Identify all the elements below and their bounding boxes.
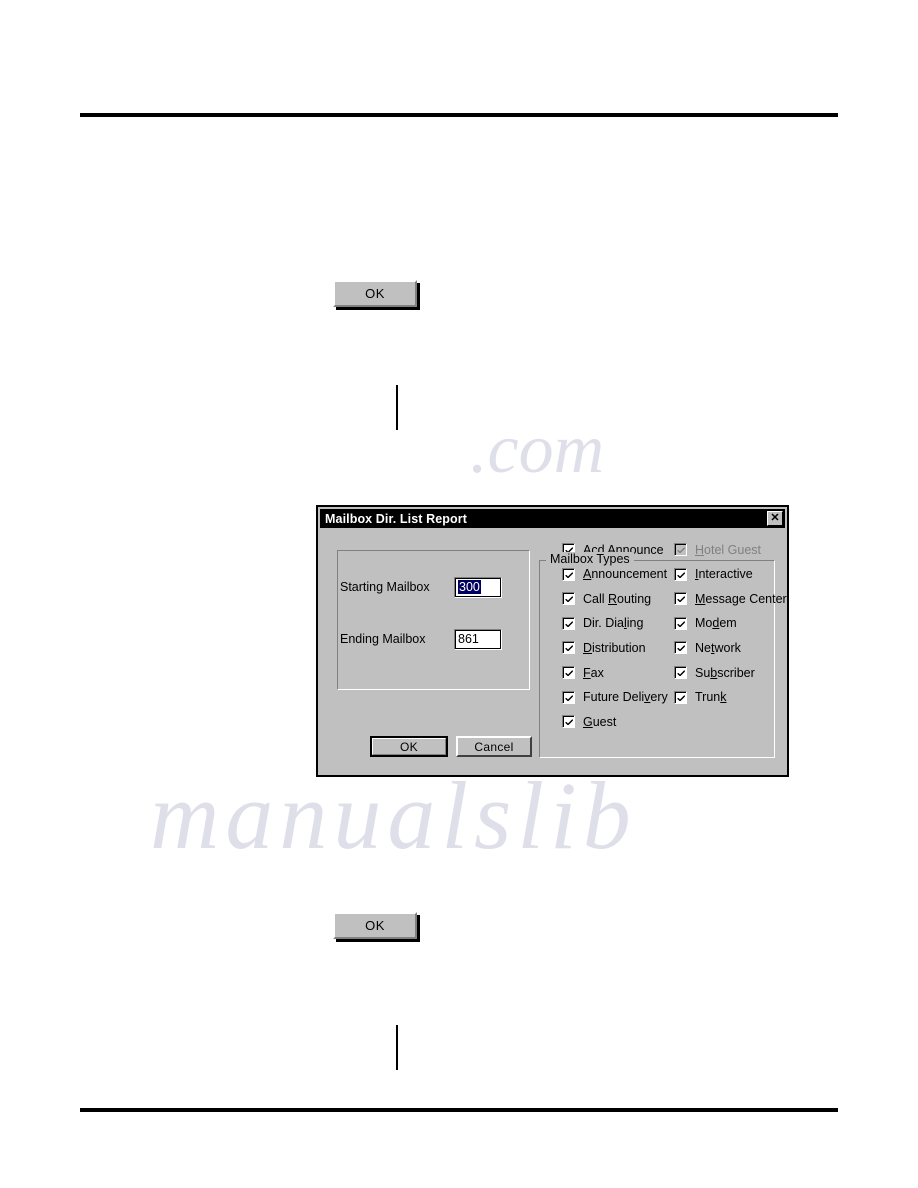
checkbox-label: Network [695, 640, 741, 655]
checkbox-label: Dir. Dialing [583, 616, 644, 631]
checkbox-label: Call Routing [583, 591, 652, 606]
mailbox-dir-list-report-dialog: Mailbox Dir. List Report ✕ Starting Mail… [316, 505, 789, 777]
checkbox-label: Announcement [583, 567, 668, 582]
close-glyph: ✕ [770, 512, 780, 524]
dialog-body: Starting Mailbox 300 Ending Mailbox 861 … [320, 528, 787, 773]
checkbox-dir-dialing[interactable]: Dir. Dialing [562, 616, 643, 631]
checkmark-icon[interactable] [674, 690, 687, 704]
dialog-cancel-button[interactable]: Cancel [456, 736, 532, 757]
checkbox-guest[interactable]: Guest [562, 714, 616, 729]
ending-mailbox-input[interactable]: 861 [454, 628, 502, 650]
checkbox-label: Subscriber [695, 665, 755, 680]
starting-mailbox-input[interactable]: 300 [454, 576, 502, 598]
checkbox-message-center[interactable]: Message Center [674, 591, 787, 606]
checkbox-distribution[interactable]: Distribution [562, 640, 646, 655]
checkbox-subscriber[interactable]: Subscriber [674, 665, 755, 680]
lower-change-bar [396, 1025, 398, 1070]
checkbox-label: Interactive [695, 567, 753, 582]
checkmark-icon[interactable] [562, 690, 575, 704]
checkmark-icon[interactable] [674, 616, 687, 630]
checkbox-label: Hotel Guest [695, 542, 762, 557]
ok-button-lower[interactable]: OK [333, 912, 417, 939]
checkbox-label: Future Delivery [583, 690, 668, 705]
checkbox-label: Fax [583, 665, 604, 680]
checkmark-icon[interactable] [674, 567, 687, 581]
dialog-ok-button[interactable]: OK [370, 736, 448, 757]
bottom-rule [80, 1108, 838, 1112]
checkmark-icon[interactable] [562, 592, 575, 606]
checkbox-modem[interactable]: Modem [674, 616, 737, 631]
checkmark-icon[interactable] [562, 616, 575, 630]
checkbox-label: Distribution [583, 640, 646, 655]
checkbox-label: Modem [695, 616, 737, 631]
checkmark-icon[interactable] [674, 592, 687, 606]
ending-mailbox-value: 861 [458, 632, 479, 646]
scan-watermark-secondary: .com [470, 411, 605, 488]
checkmark-icon[interactable] [562, 641, 575, 655]
checkmark-icon[interactable] [562, 666, 575, 679]
checkbox-label: Message Center [695, 591, 787, 606]
checkbox-interactive[interactable]: Interactive [674, 567, 753, 582]
checkmark-icon[interactable] [674, 641, 687, 655]
dialog-cancel-label: Cancel [474, 739, 514, 754]
checkmark-icon[interactable] [674, 666, 687, 679]
starting-mailbox-label: Starting Mailbox [340, 580, 430, 594]
checkmark-icon[interactable] [562, 567, 575, 581]
dialog-titlebar[interactable]: Mailbox Dir. List Report ✕ [320, 509, 785, 528]
checkmark-icon[interactable] [562, 715, 575, 729]
checkbox-label: Trunk [695, 690, 727, 705]
dialog-ok-label: OK [372, 738, 446, 755]
upper-change-bar [396, 385, 398, 430]
ok-button-lower-label: OK [365, 918, 385, 933]
checkbox-future-delivery[interactable]: Future Delivery [562, 690, 668, 705]
ok-button-upper[interactable]: OK [333, 280, 417, 307]
ok-button-upper-label: OK [365, 286, 385, 301]
starting-mailbox-value: 300 [458, 580, 481, 594]
dialog-title: Mailbox Dir. List Report [325, 511, 467, 526]
checkbox-call-routing[interactable]: Call Routing [562, 591, 651, 606]
checkbox-label: Guest [583, 714, 617, 729]
mailbox-types-legend: Mailbox Types [546, 552, 634, 566]
checkbox-trunk[interactable]: Trunk [674, 690, 727, 705]
top-rule [80, 113, 838, 117]
checkbox-announcement[interactable]: Announcement [562, 567, 667, 582]
close-icon[interactable]: ✕ [767, 511, 783, 526]
checkbox-fax[interactable]: Fax [562, 665, 604, 680]
checkbox-network[interactable]: Network [674, 640, 741, 655]
checkmark-icon [674, 543, 687, 556]
mailbox-range-group [337, 550, 530, 690]
checkbox-hotel-guest: Hotel Guest [674, 542, 761, 557]
document-page: manualslib .com OK Mailbox Dir. List Rep… [0, 0, 918, 1188]
ending-mailbox-label: Ending Mailbox [340, 632, 426, 646]
